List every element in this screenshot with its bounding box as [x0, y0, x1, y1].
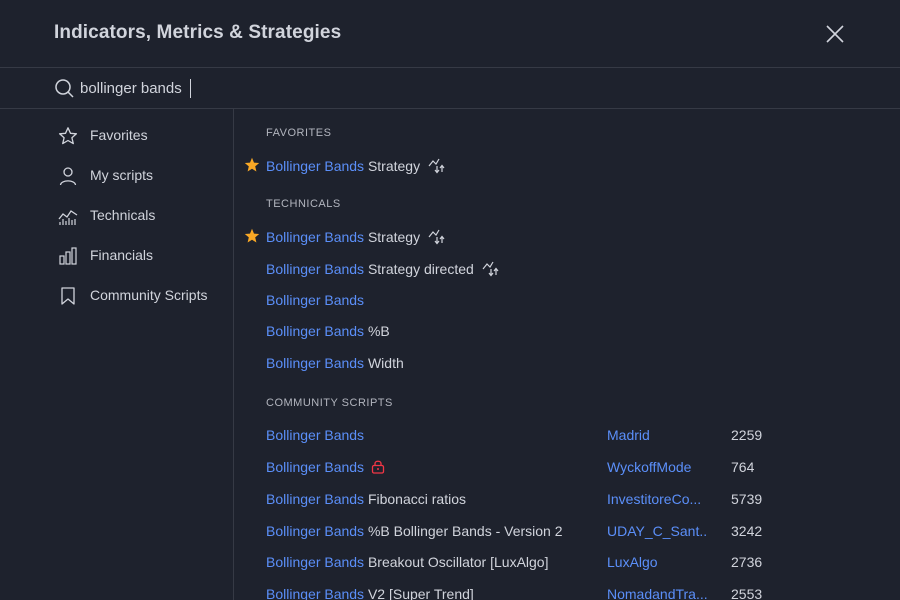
strategy-icon: [428, 158, 445, 174]
result-name: Bollinger Bands V2 [Super Trend]: [266, 586, 474, 600]
result-name: Bollinger Bands Width: [266, 355, 404, 371]
result-name: Bollinger Bands: [266, 427, 365, 443]
section-header-community-scripts: COMMUNITY SCRIPTS: [266, 397, 393, 409]
results-panel: FAVORITES Bollinger Bands Strategy TECHN…: [235, 109, 900, 600]
result-row[interactable]: Bollinger Bands %B: [235, 316, 900, 346]
technicals-chart-icon: [58, 210, 78, 225]
strategy-icon: [482, 261, 499, 277]
bookmark-icon: [61, 287, 75, 305]
user-icon: [59, 167, 77, 186]
lock-icon: [371, 460, 385, 474]
section-header-favorites: FAVORITES: [266, 127, 332, 139]
result-name: Bollinger Bands Fibonacci ratios: [266, 491, 466, 507]
sidebar-item-label: Community Scripts: [90, 287, 208, 303]
boost-count: 2736: [731, 554, 763, 570]
author-link[interactable]: UDAY_C_Sant...: [607, 523, 707, 539]
result-row[interactable]: Bollinger Bands Strategy: [235, 150, 900, 180]
sidebar-item-financials[interactable]: Financials: [0, 235, 233, 275]
author-link[interactable]: LuxAlgo: [607, 554, 707, 570]
result-row[interactable]: Bollinger Bands: [235, 285, 900, 315]
result-name: Bollinger Bands: [266, 459, 385, 475]
result-name: Bollinger Bands %B Bollinger Bands - Ver…: [266, 523, 563, 539]
sidebar-item-label: Favorites: [90, 127, 148, 143]
result-row[interactable]: Bollinger Bands V2 [Super Trend] Nomadan…: [235, 579, 900, 600]
sidebar: Favorites My scripts Technicals Financia…: [0, 109, 234, 600]
result-name: Bollinger Bands Strategy: [266, 157, 445, 174]
sidebar-item-technicals[interactable]: Technicals: [0, 195, 233, 235]
result-name: Bollinger Bands Strategy directed: [266, 260, 499, 277]
close-button[interactable]: [822, 21, 848, 47]
star-filled-icon[interactable]: [244, 228, 260, 244]
text-caret: [190, 79, 191, 98]
author-link[interactable]: WyckoffMode: [607, 459, 707, 475]
bar-chart-icon: [59, 247, 77, 265]
strategy-icon: [428, 229, 445, 245]
result-name: Bollinger Bands: [266, 292, 365, 308]
result-row[interactable]: Bollinger Bands WyckoffMode 764: [235, 452, 900, 482]
boost-count: 2259: [731, 427, 763, 443]
star-filled-icon[interactable]: [244, 157, 260, 173]
result-row[interactable]: Bollinger Bands Strategy: [235, 221, 900, 251]
dialog-header: Indicators, Metrics & Strategies: [0, 0, 900, 68]
result-name: Bollinger Bands Breakout Oscillator [Lux…: [266, 554, 549, 570]
boost-count: 5739: [731, 491, 763, 507]
sidebar-item-community-scripts[interactable]: Community Scripts: [0, 275, 233, 315]
close-icon[interactable]: [822, 21, 848, 47]
result-row[interactable]: Bollinger Bands Madrid 2259: [235, 420, 900, 450]
result-row[interactable]: Bollinger Bands Strategy directed: [235, 253, 900, 283]
result-row[interactable]: Bollinger Bands Fibonacci ratios Investi…: [235, 484, 900, 514]
search-icon: [55, 79, 74, 98]
result-row[interactable]: Bollinger Bands Breakout Oscillator [Lux…: [235, 547, 900, 577]
result-row[interactable]: Bollinger Bands %B Bollinger Bands - Ver…: [235, 516, 900, 546]
boost-count: 2553: [731, 586, 763, 600]
result-row[interactable]: Bollinger Bands Width: [235, 348, 900, 378]
sidebar-item-label: Financials: [90, 247, 154, 263]
boost-count: 764: [731, 459, 755, 475]
sidebar-item-favorites[interactable]: Favorites: [0, 115, 233, 155]
result-name: Bollinger Bands Strategy: [266, 228, 445, 245]
dialog-title: Indicators, Metrics & Strategies: [54, 22, 342, 43]
author-link[interactable]: NomadandTra...: [607, 586, 707, 600]
author-link[interactable]: InvestitoreCo...: [607, 491, 707, 507]
result-name: Bollinger Bands %B: [266, 323, 390, 339]
search-input[interactable]: [80, 76, 680, 100]
search-bar: [0, 68, 900, 109]
boost-count: 3242: [731, 523, 763, 539]
author-link[interactable]: Madrid: [607, 427, 707, 443]
section-header-technicals: TECHNICALS: [266, 198, 341, 210]
star-icon: [58, 127, 78, 145]
sidebar-item-my-scripts[interactable]: My scripts: [0, 155, 233, 195]
sidebar-item-label: My scripts: [90, 167, 153, 183]
sidebar-item-label: Technicals: [90, 207, 156, 223]
